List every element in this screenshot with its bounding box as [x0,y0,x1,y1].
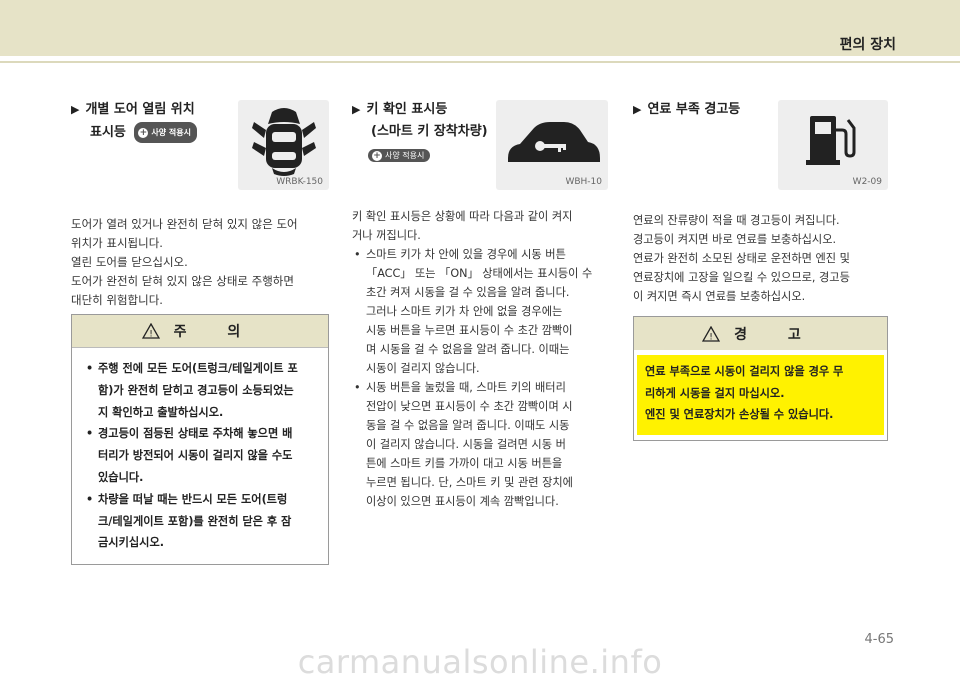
plus-icon: + [372,151,382,161]
header-band [0,0,960,56]
badge-label: 사양 적용시 [151,128,192,137]
warning-title: 경 고 [734,326,819,343]
caution-item: 차량을 떠날 때는 반드시 모든 도어(트렁크/테일게이트 포함)를 완전히 닫… [84,489,318,554]
door-indicator-text: 도어가 열려 있거나 완전히 닫혀 있지 않은 도어 위치가 표시됩니다. 열린… [71,215,333,310]
column-key-indicator: ▶ 키 확인 표시등 (스마트 키 장착차량) + 사양 적용시 [352,100,502,164]
fuel-warning-iconbox: W2-09 [778,100,888,190]
text-line: 연료의 잔류량이 적을 때 경고등이 켜집니다. [633,214,840,227]
section-title: 편의 장치 [839,37,896,53]
text-line: 도어가 열려 있거나 완전히 닫혀 있지 않은 도어 [71,217,298,231]
badge-row: + 사양 적용시 [352,145,502,164]
warning-body: 연료 부족으로 시동이 걸리지 않을 경우 무 리하게 시동을 걸지 마십시오.… [637,355,884,435]
text-line: 리하게 시동을 걸지 마십시오. [645,386,785,400]
heading-line2: 표시등 [90,125,126,140]
text-line: 경고등이 켜지면 바로 연료를 보충하십시오. [633,233,837,246]
list-item: 시동 버튼을 눌렀을 때, 스마트 키의 배터리전압이 낮으면 표시등이 수 초… [352,378,614,511]
caution-item: 경고등이 점등된 상태로 주차해 놓으면 배터리가 방전되어 시동이 걸리지 않… [84,423,318,488]
badge-label: 사양 적용시 [385,151,425,160]
svg-text:!: ! [709,332,713,342]
heading-line1: 연료 부족 경고등 [647,102,741,117]
text-line: 열린 도어를 닫으십시오. [71,255,188,269]
car-doors-open-icon [252,108,316,176]
text-line: 연료 부족으로 시동이 걸리지 않을 경우 무 [645,365,844,378]
icon-caption: W2-09 [852,177,882,187]
caution-header: ! 주 의 [72,315,328,348]
door-indicator-iconbox: WRBK-150 [238,100,329,190]
text-line: 키 확인 표시등은 상황에 따라 다음과 같이 켜지 [352,210,573,223]
caution-title: 주 의 [173,324,259,340]
car-key-icon [508,122,600,162]
text-line: 위치가 표시됩니다. [71,236,163,250]
heading-fuel-warning: ▶ 연료 부족 경고등 [633,100,783,119]
fuel-pump-icon [806,116,856,165]
triangle-bullet-icon: ▶ [71,103,80,116]
option-badge: + 사양 적용시 [368,149,431,162]
watermark: carmanualsonline.info [297,643,663,681]
option-badge: + 사양 적용시 [134,122,198,143]
fuel-warning-text: 연료의 잔류량이 적을 때 경고등이 켜집니다. 경고등이 켜지면 바로 연료를… [633,211,895,306]
list-item: 스마트 키가 차 안에 있을 경우에 시동 버튼「ACC」 또는 「ON」 상태… [352,245,614,378]
triangle-bullet-icon: ▶ [633,103,642,116]
heading-key-indicator: ▶ 키 확인 표시등 [352,100,502,119]
heading-line2: (스마트 키 장착차량) [371,124,488,139]
triangle-bullet-icon: ▶ [352,103,361,116]
key-indicator-iconbox: WBH-10 [496,100,608,190]
warning-triangle-icon: ! [141,323,160,340]
text-line: 연료장치에 고장을 일으킬 수 있으므로, 경고등 [633,271,850,284]
text-line: 도어가 완전히 닫혀 있지 않은 상태로 주행하면 [71,274,294,288]
heading-line1: 개별 도어 열림 위치 [85,102,195,117]
text-line: 엔진 및 연료장치가 손상될 수 있습니다. [645,408,834,421]
heading-line1: 키 확인 표시등 [366,102,448,117]
caution-list: 주행 전에 모든 도어(트렁크/테일게이트 포함)가 완전히 닫히고 경고등이 … [72,348,328,554]
caution-box: ! 주 의 주행 전에 모든 도어(트렁크/테일게이트 포함)가 완전히 닫히고… [71,314,329,565]
warning-header: ! 경 고 [634,317,887,350]
icon-caption: WBH-10 [565,177,602,187]
header-rule-line [0,61,960,63]
svg-text:!: ! [149,330,153,340]
warning-box: ! 경 고 연료 부족으로 시동이 걸리지 않을 경우 무 리하게 시동을 걸지… [633,316,888,441]
caution-item: 주행 전에 모든 도어(트렁크/테일게이트 포함)가 완전히 닫히고 경고등이 … [84,358,318,423]
warning-triangle-icon: ! [702,325,721,342]
text-line: 거나 꺼집니다. [352,229,421,242]
key-indicator-list: 스마트 키가 차 안에 있을 경우에 시동 버튼「ACC」 또는 「ON」 상태… [352,245,614,511]
key-indicator-text: 키 확인 표시등은 상황에 따라 다음과 같이 켜지 거나 꺼집니다. 스마트 … [352,207,614,511]
text-line: 연료가 완전히 소모된 상태로 운전하면 엔진 및 [633,252,850,265]
text-line: 이 켜지면 즉시 연료를 보충하십시오. [633,290,806,303]
text-line: 대단히 위험합니다. [71,293,163,307]
plus-icon: + [138,128,149,138]
column-fuel-warning: ▶ 연료 부족 경고등 [633,100,783,119]
icon-caption: WRBK-150 [276,177,323,187]
